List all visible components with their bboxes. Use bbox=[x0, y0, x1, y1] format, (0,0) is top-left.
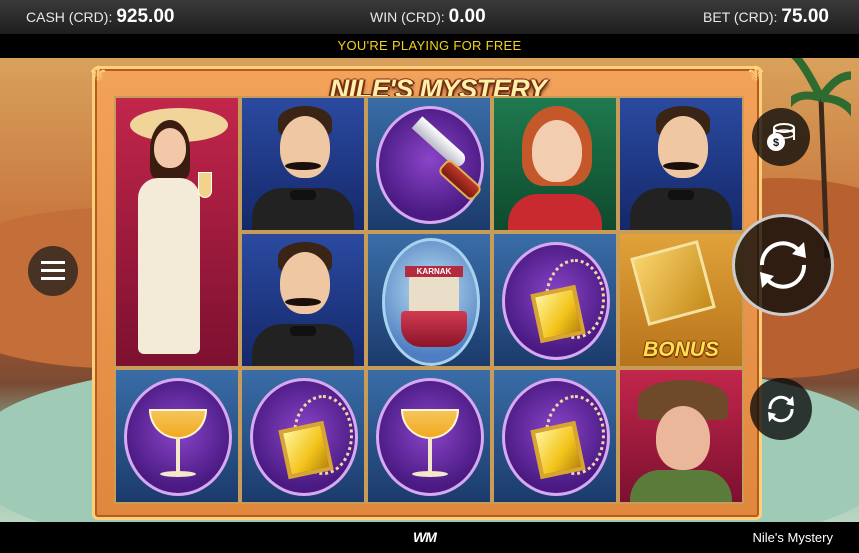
fleur-corner-icon: ⚜ bbox=[88, 61, 108, 86]
bet-value: 75.00 bbox=[781, 6, 829, 27]
symbol-amulet-necklace bbox=[492, 232, 618, 368]
symbol-karnak-ship: KARNAK bbox=[366, 232, 492, 368]
spin-arrows-icon bbox=[759, 241, 807, 289]
symbol-bonus-box: BONUS bbox=[618, 232, 744, 368]
coin-stack-icon: $ bbox=[767, 123, 795, 151]
autoplay-button[interactable] bbox=[750, 378, 812, 440]
game-name-label: Nile's Mystery bbox=[752, 530, 834, 545]
golden-puzzle-box-icon bbox=[630, 240, 716, 326]
cash-label: CASH (CRD): bbox=[26, 9, 113, 25]
bet-display: BET (CRD): 75.00 bbox=[703, 6, 829, 28]
symbol-amulet-necklace bbox=[240, 368, 366, 504]
bottom-bar: WM Nile's Mystery bbox=[0, 522, 859, 553]
bow-tie-icon bbox=[290, 190, 316, 200]
symbol-elderly-lady bbox=[618, 368, 744, 504]
bet-coins-button[interactable]: $ bbox=[752, 108, 810, 166]
autoplay-icon bbox=[768, 395, 794, 423]
symbol-gentleman bbox=[240, 232, 366, 368]
hamburger-menu-icon bbox=[41, 261, 65, 280]
bow-tie-icon bbox=[668, 190, 694, 200]
win-label: WIN (CRD): bbox=[370, 9, 445, 25]
symbol-cocktail-glass bbox=[366, 368, 492, 504]
champagne-glass-icon bbox=[198, 172, 212, 198]
bonus-label: BONUS bbox=[643, 338, 719, 361]
ship-name-label: KARNAK bbox=[405, 266, 463, 277]
bet-label: BET (CRD): bbox=[703, 9, 778, 25]
spin-button[interactable] bbox=[732, 214, 834, 316]
symbol-gentleman bbox=[240, 96, 366, 232]
win-display: WIN (CRD): 0.00 bbox=[370, 6, 486, 28]
symbol-lady-in-white bbox=[114, 96, 240, 368]
bow-tie-icon bbox=[290, 326, 316, 336]
svg-text:$: $ bbox=[773, 137, 779, 149]
cash-value: 925.00 bbox=[116, 6, 175, 27]
top-status-bar: CASH (CRD): 925.00 WIN (CRD): 0.00 BET (CR… bbox=[0, 0, 859, 34]
symbol-amulet-necklace bbox=[492, 368, 618, 504]
symbol-knife bbox=[366, 96, 492, 232]
symbol-cocktail-glass bbox=[114, 368, 240, 504]
symbol-gentleman bbox=[618, 96, 744, 232]
face bbox=[154, 128, 186, 168]
menu-button[interactable] bbox=[28, 246, 78, 296]
free-play-notice: YOU'RE PLAYING FOR FREE bbox=[0, 34, 859, 58]
fleur-corner-icon: ⚜ bbox=[746, 61, 766, 86]
reel-grid: KARNAK BONUS bbox=[114, 96, 744, 504]
win-value: 0.00 bbox=[448, 6, 486, 27]
provider-logo: WM bbox=[413, 529, 437, 545]
symbol-red-haired-woman bbox=[492, 96, 618, 232]
cash-display: CASH (CRD): 925.00 bbox=[26, 6, 174, 28]
white-dress bbox=[138, 178, 200, 354]
